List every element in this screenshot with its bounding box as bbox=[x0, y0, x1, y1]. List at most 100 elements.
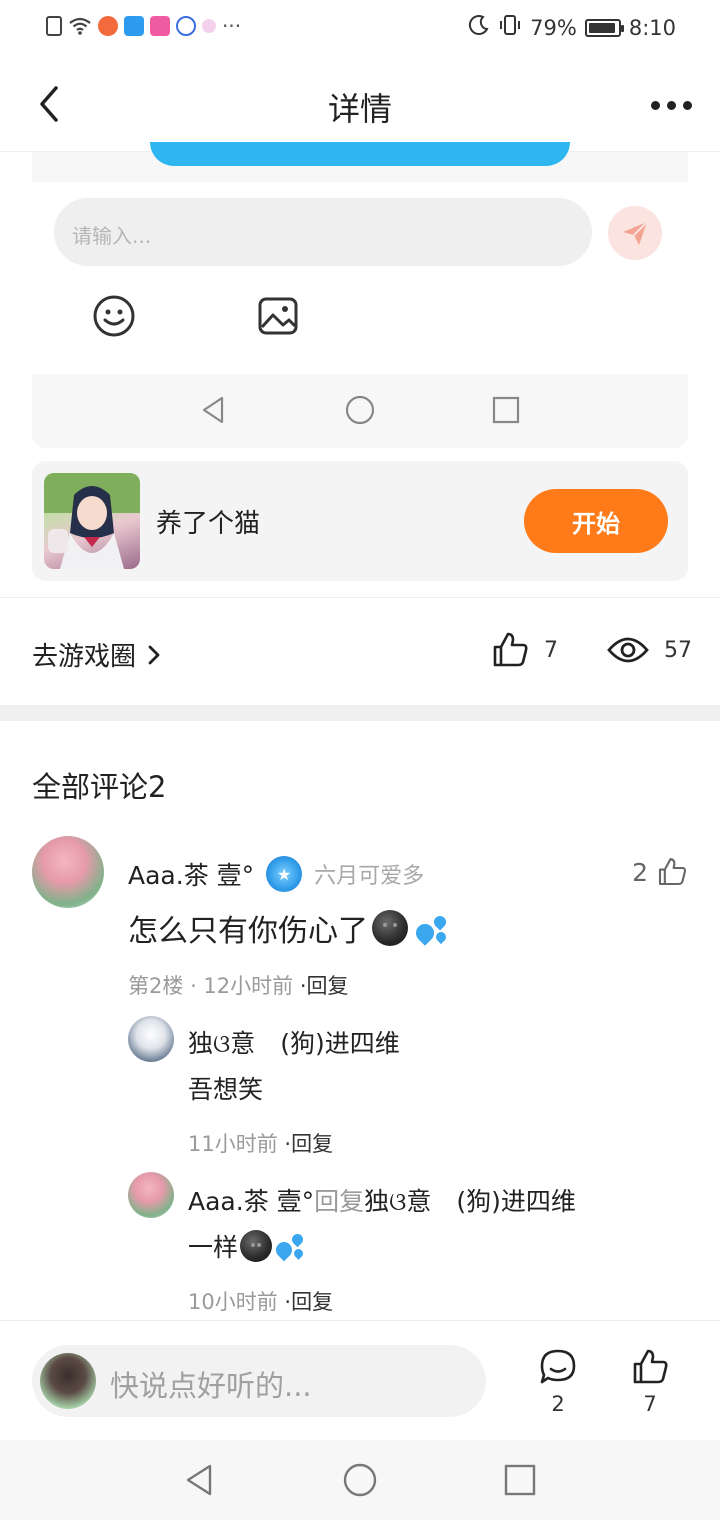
comment-body: 怎么只有你伤心了 bbox=[128, 914, 368, 949]
comment-like-count: 2 bbox=[632, 857, 648, 887]
reply-link[interactable]: ·回复 bbox=[284, 1132, 333, 1156]
game-thumbnail bbox=[44, 473, 140, 569]
comment-input[interactable]: 快说点好听的... bbox=[32, 1345, 486, 1417]
reply-meta: 11小时前 ·回复 bbox=[188, 1128, 333, 1158]
reply-body: 一样 bbox=[188, 1233, 239, 1262]
smiley-icon bbox=[93, 295, 135, 337]
embed-input-field: 请输入... bbox=[54, 198, 592, 266]
header: 详情 bbox=[0, 56, 720, 152]
battery-fill bbox=[588, 22, 615, 33]
reply-username[interactable]: 独ଓ意 (狗)进四维 bbox=[188, 1024, 400, 1060]
goto-label: 去游戏圈 bbox=[32, 642, 137, 672]
battery-icon bbox=[584, 18, 624, 37]
reply-word: 回复 bbox=[314, 1187, 365, 1216]
system-status: 79% 8:10 bbox=[468, 14, 676, 41]
sim-alert-icon bbox=[46, 16, 62, 36]
app-icon-blue bbox=[124, 16, 144, 36]
comment-time: 12小时前 bbox=[203, 974, 294, 998]
thumbs-up-icon bbox=[633, 1349, 668, 1384]
embedded-screenshot: 请输入... bbox=[32, 142, 688, 448]
goto-game-circle-link[interactable]: 去游戏圈 bbox=[32, 636, 162, 673]
reply-target-username[interactable]: 独ଓ意 (狗)进四维 bbox=[364, 1187, 576, 1216]
nav-recents-icon[interactable] bbox=[502, 1462, 538, 1498]
avatar bbox=[40, 1353, 96, 1409]
circle-home-icon bbox=[345, 395, 375, 425]
comment-text: 怎么只有你伤心了 bbox=[128, 906, 452, 950]
stats-row: 去游戏圈 7 57 bbox=[0, 598, 720, 704]
speech-bubble-icon bbox=[540, 1349, 576, 1384]
embed-emoji-button bbox=[92, 294, 136, 338]
nav-home-icon[interactable] bbox=[342, 1462, 378, 1498]
vibrate-icon bbox=[498, 14, 522, 41]
game-card[interactable]: 养了个猫 开始 bbox=[32, 461, 688, 581]
more-button[interactable] bbox=[646, 90, 696, 120]
clock: 8:10 bbox=[628, 15, 676, 40]
embed-nav-bar bbox=[32, 374, 688, 448]
comments-title: 全部评论2 bbox=[32, 770, 167, 804]
thumbs-up-icon bbox=[658, 858, 686, 886]
page-title: 详情 bbox=[327, 90, 392, 128]
reply-meta: 10小时前 ·回复 bbox=[188, 1286, 333, 1316]
app-icon-paw bbox=[176, 16, 196, 36]
fan-badge-icon: ★ bbox=[266, 856, 303, 892]
app-icon-orange bbox=[98, 16, 118, 36]
image-icon bbox=[258, 297, 298, 335]
embed-send-button bbox=[608, 206, 662, 260]
floor-label: 第2楼 bbox=[128, 974, 184, 998]
view-count: 57 bbox=[664, 637, 692, 663]
section-divider bbox=[0, 705, 720, 721]
embed-image-button bbox=[256, 294, 300, 338]
comment-count: 2 bbox=[551, 1392, 565, 1416]
like-count: 7 bbox=[544, 637, 558, 663]
start-button[interactable]: 开始 bbox=[524, 489, 668, 553]
like-count: 7 bbox=[643, 1392, 657, 1416]
comment-username[interactable]: Aaa.茶 壹° bbox=[128, 856, 254, 892]
reply-link[interactable]: ·回复 bbox=[284, 1290, 333, 1314]
triangle-back-icon bbox=[202, 396, 224, 424]
dark-face-emoji-icon bbox=[372, 910, 408, 946]
game-art-image bbox=[44, 473, 140, 569]
game-name: 养了个猫 bbox=[156, 509, 261, 539]
embed-input-placeholder: 请输入... bbox=[72, 224, 152, 248]
reply-username[interactable]: Aaa.茶 壹° bbox=[188, 1187, 314, 1216]
overflow-icon: ··· bbox=[222, 14, 242, 38]
reply-time: 10小时前 bbox=[188, 1290, 278, 1314]
thumbs-up-icon bbox=[493, 632, 528, 667]
sweat-drops-emoji-icon bbox=[412, 910, 452, 946]
reply-header: Aaa.茶 壹°回复独ଓ意 (狗)进四维 bbox=[188, 1182, 576, 1218]
badge-label: 六月可爱多 bbox=[314, 864, 425, 889]
comment-like-button[interactable]: 2 bbox=[632, 856, 688, 888]
reply-text: 吾想笑 bbox=[188, 1075, 264, 1104]
bottom-bar: 快说点好听的... 2 7 bbox=[0, 1320, 720, 1440]
reply-text: 一样 bbox=[188, 1228, 308, 1264]
more-dot bbox=[682, 100, 692, 110]
wifi-icon bbox=[68, 16, 92, 36]
comment-meta: 第2楼 · 12小时前 ·回复 bbox=[128, 974, 349, 998]
app-icon-pink bbox=[150, 16, 170, 36]
comment-input-placeholder: 快说点好听的... bbox=[110, 1369, 312, 1403]
notification-icons: ··· bbox=[46, 14, 241, 38]
reply-time: 11小时前 bbox=[188, 1132, 278, 1156]
avatar[interactable] bbox=[128, 1172, 174, 1218]
app-icon-candy bbox=[202, 19, 216, 33]
dark-face-emoji-icon bbox=[240, 1230, 273, 1262]
view-stat: 57 bbox=[606, 630, 692, 670]
sweat-drops-emoji-icon bbox=[272, 1230, 308, 1262]
moon-icon bbox=[468, 14, 490, 41]
eye-icon bbox=[607, 637, 649, 663]
system-nav-bar bbox=[0, 1440, 720, 1520]
nav-back-icon[interactable] bbox=[182, 1462, 218, 1498]
more-dot bbox=[666, 100, 676, 110]
comment-user-row: Aaa.茶 壹° ★ 六月可爱多 bbox=[128, 856, 424, 892]
avatar[interactable] bbox=[32, 836, 104, 908]
more-dot bbox=[650, 100, 660, 110]
square-recents-icon bbox=[492, 396, 520, 424]
comment-button[interactable]: 2 bbox=[530, 1347, 586, 1416]
embed-blue-button bbox=[150, 142, 570, 166]
reply-link[interactable]: ·回复 bbox=[300, 974, 349, 998]
battery-percent: 79% bbox=[530, 15, 577, 40]
like-button[interactable]: 7 bbox=[622, 1347, 678, 1416]
post-like-button[interactable]: 7 bbox=[490, 630, 558, 670]
chevron-right-icon bbox=[148, 645, 160, 664]
avatar[interactable] bbox=[128, 1016, 174, 1062]
